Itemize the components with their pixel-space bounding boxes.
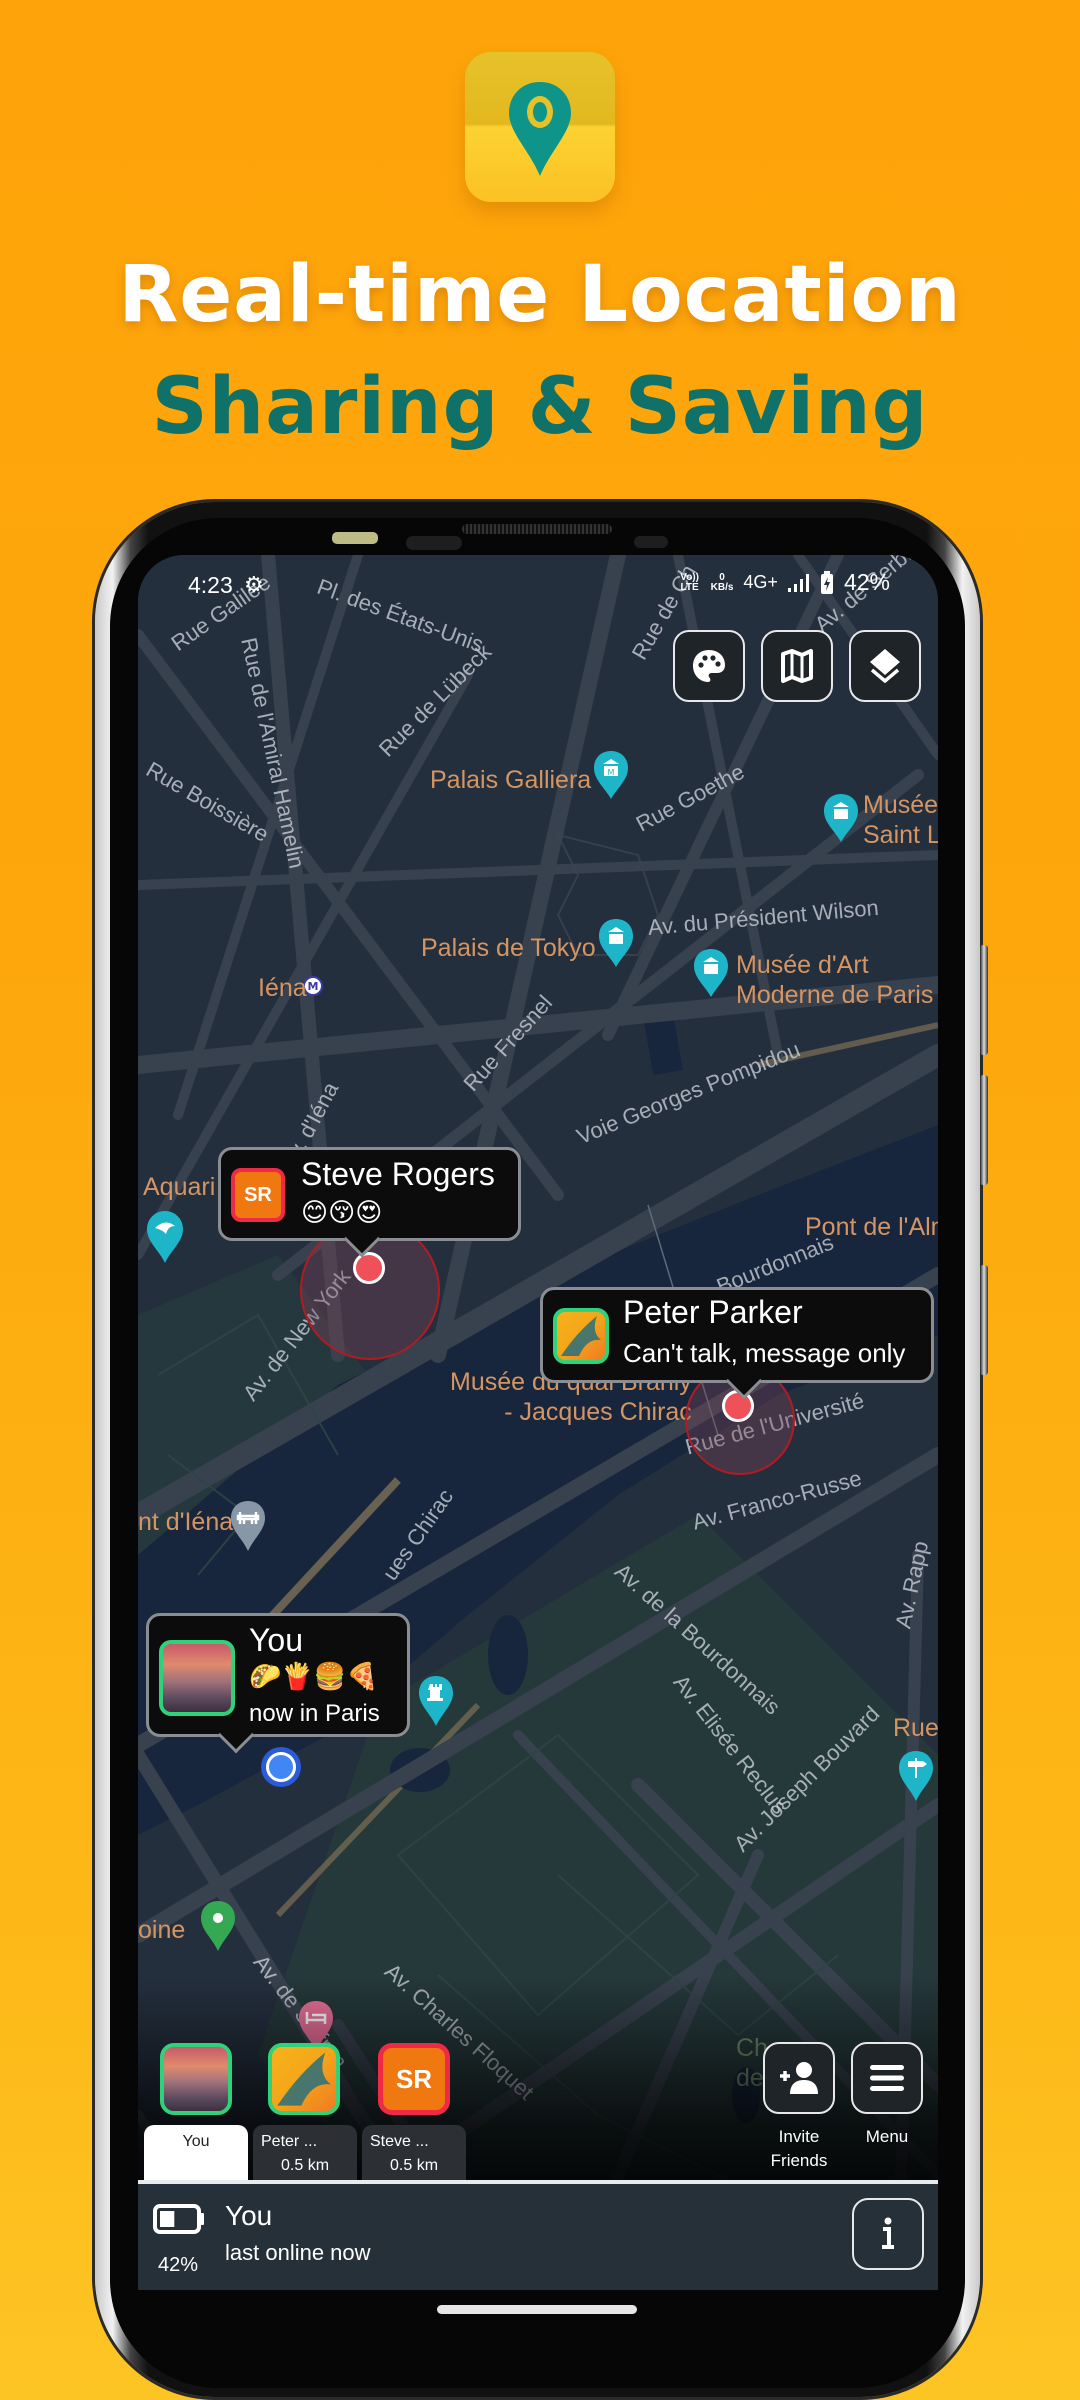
battery-percent: 42% [843, 569, 890, 595]
map-style-button[interactable] [673, 630, 745, 702]
avatar [553, 1308, 609, 1364]
selected-user-name: You [225, 2200, 273, 2231]
speed-unit: KB/s [710, 581, 734, 593]
poi-label-oine: oine [138, 1916, 186, 1944]
friend-status: 😊😚😍 [301, 1198, 383, 1228]
volume-down-button [980, 1075, 988, 1185]
my-callout[interactable]: You 🌮🍟🍔🍕 now in Paris [146, 1613, 410, 1754]
menu-label: Menu [865, 2127, 909, 2146]
status-time: 4:23 [188, 572, 233, 598]
museum-marker-icon[interactable] [823, 793, 859, 843]
poi-label-aquarium: Aquari [143, 1173, 216, 1201]
my-status-emoji: 🌮🍟🍔🍕 [249, 1662, 379, 1692]
friend-name: Peter Parker [623, 1294, 803, 1330]
battery-level: 42% [158, 2254, 199, 2276]
menu-button[interactable] [851, 2042, 923, 2114]
layers-icon [870, 649, 900, 683]
power-button [980, 1265, 988, 1375]
friend-status: Can't talk, message only [623, 1338, 906, 1368]
museum-marker-icon[interactable] [598, 918, 634, 968]
my-location-pin[interactable] [266, 1752, 296, 1782]
friend-tab-label: Steve ... [370, 2133, 429, 2150]
place-marker-icon[interactable] [200, 1900, 236, 1952]
poi-label-rue: Rue [893, 1714, 938, 1742]
my-name: You [249, 1622, 303, 1658]
signpost-marker-icon[interactable] [898, 1750, 934, 1802]
headline-primary: Real-time Location [118, 250, 962, 340]
svg-text:M: M [608, 768, 615, 777]
front-camera [406, 536, 462, 550]
app-screen: Pl. des États-Unis Rue Galilée Rue de l'… [138, 555, 938, 2290]
headline-secondary: Sharing & Saving [151, 362, 929, 452]
speed-value: 0 [719, 571, 725, 583]
friend-thumb-steve[interactable]: SR [378, 2043, 450, 2115]
earpiece-speaker [462, 524, 612, 534]
friend-callout-peter-parker[interactable]: Peter Parker Can't talk, message only [540, 1287, 934, 1400]
network-type: 4G+ [743, 572, 778, 592]
poi-label-palais-tokyo: Palais de Tokyo [421, 934, 596, 962]
friend-tab-label: Peter ... [261, 2133, 318, 2150]
map-type-button[interactable] [761, 630, 833, 702]
svg-text:M: M [308, 980, 319, 993]
friend-thumb-peter[interactable] [268, 2043, 340, 2115]
friend-tab-peter[interactable]: Peter ... 0.5 km [253, 2125, 357, 2181]
museum-marker-icon[interactable]: M [593, 750, 629, 800]
location-pin-icon [509, 82, 571, 176]
battery-charging-icon [820, 570, 833, 594]
poi-label-palais-galliera: Palais Galliera [430, 766, 592, 794]
friend-tab-distance: 0.5 km [390, 2157, 439, 2174]
volume-up-button [980, 945, 988, 1055]
bridge-marker-icon[interactable] [230, 1500, 266, 1552]
palette-icon [693, 650, 725, 682]
signal-bars-icon [787, 573, 809, 592]
museum-marker-icon[interactable] [693, 948, 729, 998]
avatar: SR [231, 1168, 285, 1222]
friend-name: Steve Rogers [301, 1156, 495, 1192]
avatar [159, 1640, 235, 1716]
poi-label-pont-alma: Pont de l'Alm [805, 1213, 938, 1241]
selected-user-panel: 42% You last online now [138, 2180, 938, 2290]
layers-button[interactable] [849, 630, 921, 702]
friend-tab-distance: 0.5 km [281, 2157, 330, 2174]
volte-icon: Vo)) LTE [680, 571, 699, 593]
info-icon [882, 2217, 894, 2249]
palm-leaf-icon [277, 2052, 331, 2106]
poi-label-pont-iena: nt d'Iéna [138, 1508, 234, 1536]
settings-gear-icon: ⚙ [244, 572, 264, 597]
tower-marker-icon[interactable] [418, 1675, 454, 1727]
hamburger-menu-icon [870, 2065, 904, 2091]
friend-location-pin[interactable] [722, 1390, 754, 1422]
friend-location-pin[interactable] [353, 1252, 385, 1284]
friend-tab-steve[interactable]: Steve ... 0.5 km [362, 2125, 466, 2181]
poi-label-musee-saint: Musée Saint L [863, 791, 938, 849]
app-icon [465, 52, 615, 202]
friend-tab-you[interactable]: You [144, 2125, 248, 2181]
friend-thumb-you[interactable] [160, 2043, 232, 2115]
map-icon [781, 649, 813, 683]
friend-tab-label: You [182, 2133, 210, 2150]
home-indicator[interactable] [437, 2305, 637, 2314]
poi-label-musee-art-moderne: Musée d'Art Moderne de Paris [736, 951, 934, 1009]
status-bar: 4:23 ⚙ Vo)) LTE 0 KB/s 4G+ 42% [138, 555, 938, 615]
friend-callout-steve-rogers[interactable]: SR Steve Rogers 😊😚😍 [218, 1147, 521, 1258]
invite-friends-button[interactable] [763, 2042, 835, 2114]
last-online: last online now [225, 2240, 371, 2265]
my-status: now in Paris [249, 1700, 380, 1727]
light-sensor [634, 536, 668, 548]
palm-leaf-icon [561, 1316, 601, 1356]
info-button[interactable] [852, 2198, 924, 2270]
proximity-sensor [332, 532, 378, 544]
poi-label-iena: Iéna [258, 974, 307, 1002]
battery-icon [153, 2204, 204, 2234]
add-person-icon [780, 2062, 818, 2094]
aquarium-dolphin-marker-icon[interactable] [146, 1210, 184, 1264]
network-speed: 0 KB/s [710, 571, 734, 593]
